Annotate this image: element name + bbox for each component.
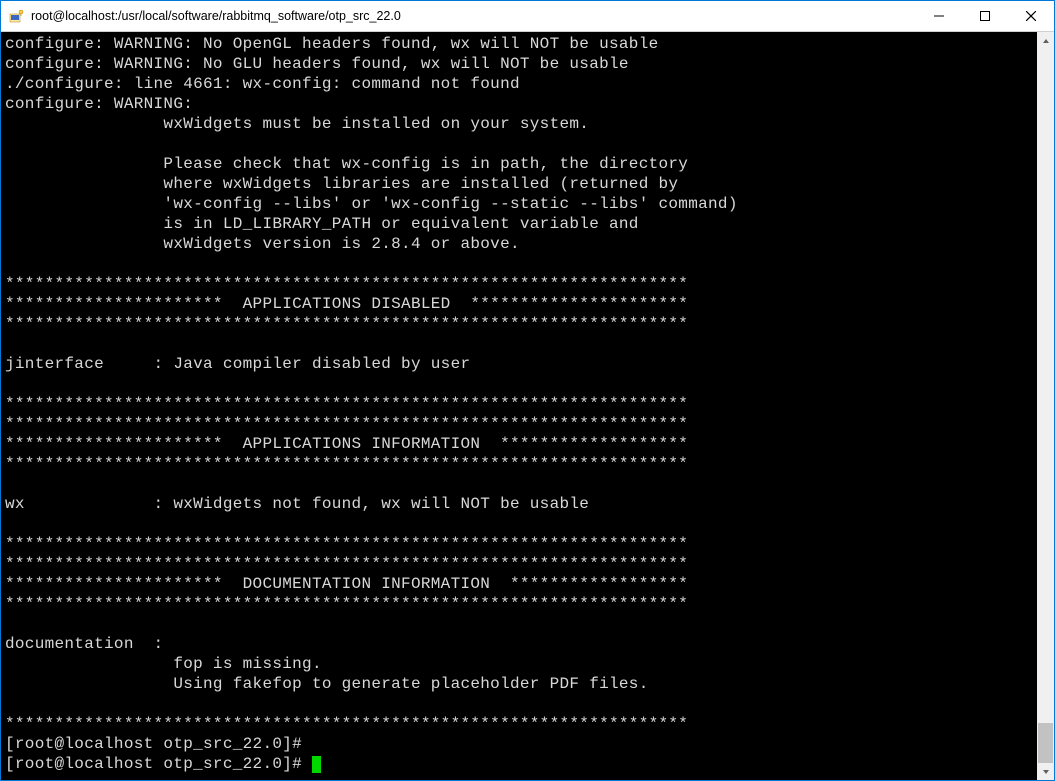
window-controls	[916, 1, 1054, 31]
maximize-button[interactable]	[962, 1, 1008, 31]
vertical-scrollbar[interactable]	[1037, 32, 1054, 780]
close-button[interactable]	[1008, 1, 1054, 31]
terminal-output[interactable]: configure: WARNING: No OpenGL headers fo…	[1, 32, 1037, 780]
terminal-cursor	[312, 756, 321, 773]
scroll-up-arrow-icon[interactable]	[1037, 32, 1054, 49]
scroll-thumb[interactable]	[1038, 723, 1053, 763]
scroll-down-arrow-icon[interactable]	[1037, 763, 1054, 780]
minimize-button[interactable]	[916, 1, 962, 31]
putty-icon	[9, 8, 25, 24]
terminal-area: configure: WARNING: No OpenGL headers fo…	[1, 32, 1054, 780]
window-title: root@localhost:/usr/local/software/rabbi…	[31, 9, 916, 23]
scroll-track[interactable]	[1037, 49, 1054, 763]
titlebar[interactable]: root@localhost:/usr/local/software/rabbi…	[1, 1, 1054, 32]
